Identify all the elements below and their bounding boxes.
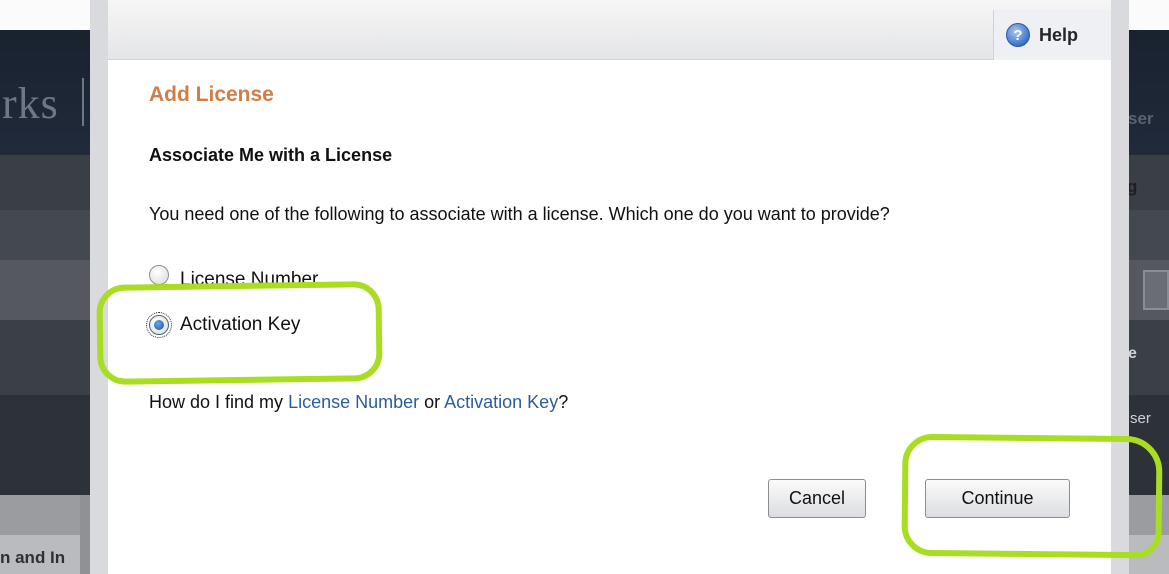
help-label: Help	[1039, 24, 1079, 45]
dialog-header: ? Help	[108, 0, 1111, 60]
help-button[interactable]: ? Help	[993, 10, 1111, 60]
continue-button[interactable]: Continue	[925, 479, 1070, 518]
license-number-label: License Number	[180, 269, 319, 288]
add-license-dialog: ? Help Add License Associate Me with a L…	[90, 0, 1129, 574]
bg-divider	[82, 78, 84, 126]
how-to-find-suffix: ?	[558, 392, 569, 412]
cancel-button[interactable]: Cancel	[768, 479, 866, 518]
bg-row-fragment: e	[1128, 345, 1137, 362]
activation-key-link[interactable]: Activation Key	[444, 392, 558, 412]
license-number-link[interactable]: License Number	[288, 392, 419, 412]
activation-key-label: Activation Key	[180, 314, 301, 335]
license-number-option[interactable]: License Number	[149, 262, 318, 288]
how-to-find-middle: or	[419, 392, 445, 412]
activation-key-option[interactable]: Activation Key	[146, 312, 301, 338]
bg-user-fragment: ser	[1130, 410, 1151, 427]
bg-field-fragment	[1143, 270, 1169, 310]
bg-band	[80, 495, 90, 574]
bg-bottom-fragment: n and In	[0, 548, 66, 567]
dialog-subtitle: Associate Me with a License	[149, 145, 393, 165]
bg-user-fragment: ser	[1128, 109, 1154, 128]
help-icon: ?	[1006, 23, 1030, 47]
dialog-title: Add License	[149, 83, 274, 106]
dialog-body: Add License Associate Me with a License …	[108, 61, 1111, 574]
license-number-radio[interactable]	[149, 265, 169, 285]
activation-key-radio[interactable]	[146, 312, 172, 338]
bg-brand-fragment: rks	[2, 79, 59, 128]
how-to-find-prefix: How do I find my	[149, 392, 289, 412]
dialog-question: You need one of the following to associa…	[149, 204, 890, 224]
how-to-find-text: How do I find my License Number or Activ…	[149, 392, 568, 413]
